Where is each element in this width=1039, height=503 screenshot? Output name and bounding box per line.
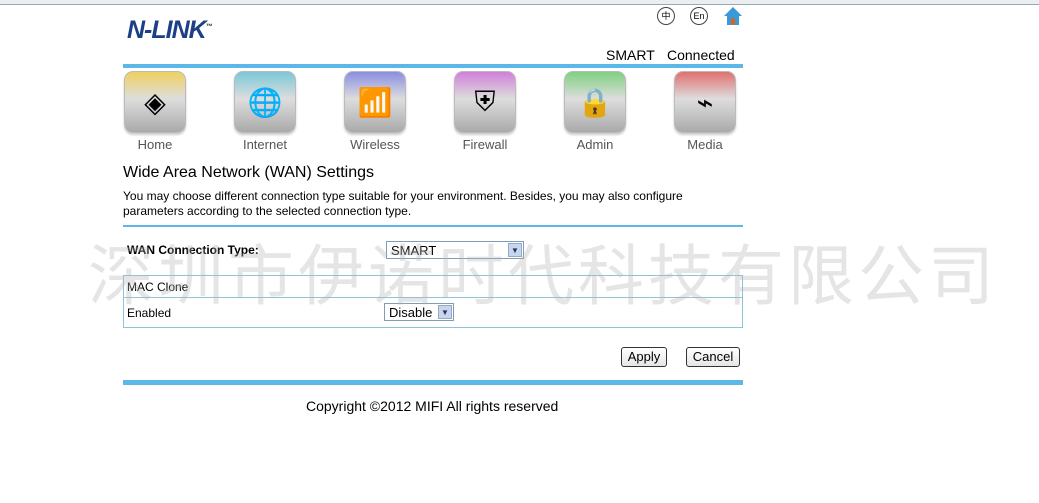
language-chinese-button[interactable]: 中 <box>657 7 675 25</box>
browser-top-edge <box>0 0 1039 5</box>
wan-type-label: WAN Connection Type: <box>127 243 259 257</box>
mac-clone-table: MAC Clone Enabled Disable ▼ <box>123 275 743 328</box>
nav-admin[interactable]: 🔒 Admin <box>564 71 626 152</box>
nav-label: Firewall <box>462 137 508 152</box>
nav-label: Media <box>687 137 723 152</box>
page-title: Wide Area Network (WAN) Settings <box>123 164 375 181</box>
chevron-down-icon: ▼ <box>508 243 522 257</box>
nav-firewall[interactable]: ⛨ Firewall <box>454 71 516 152</box>
apply-button[interactable]: Apply <box>621 347 667 367</box>
logo: N-LINK™ <box>127 16 213 44</box>
connection-status: Connected <box>667 47 735 63</box>
language-english-button[interactable]: En <box>690 7 708 25</box>
mac-clone-header: MAC Clone <box>127 280 189 294</box>
enabled-label: Enabled <box>127 306 172 320</box>
mac-clone-enabled-select[interactable]: Disable ▼ <box>384 303 454 321</box>
nav-label: Home <box>137 137 173 152</box>
globe-check-icon: 🌐 <box>234 71 296 133</box>
home-icon[interactable] <box>723 6 743 26</box>
wireless-antenna-icon: 📶 <box>344 71 406 133</box>
nav-home[interactable]: ◈ Home <box>124 71 186 152</box>
page-description: You may choose different connection type… <box>123 189 683 218</box>
chevron-down-icon: ▼ <box>438 305 452 319</box>
section-divider <box>123 225 743 227</box>
wan-type-select[interactable]: SMART ▼ <box>386 241 524 259</box>
nav-media[interactable]: ⌁ Media <box>674 71 736 152</box>
nav-label: Admin <box>576 137 614 152</box>
home-router-icon: ◈ <box>124 71 186 133</box>
copyright: Copyright ©2012 MIFI All rights reserved <box>306 398 559 414</box>
nav-internet[interactable]: 🌐 Internet <box>234 71 296 152</box>
usb-wireless-icon: ⌁ <box>674 71 736 133</box>
shield-icon: ⛨ <box>454 71 516 133</box>
footer-divider <box>123 380 743 385</box>
nav-wireless[interactable]: 📶 Wireless <box>344 71 406 152</box>
nav-label: Wireless <box>350 137 400 152</box>
nav-label: Internet <box>242 137 288 152</box>
header-divider <box>123 64 743 68</box>
padlock-gear-icon: 🔒 <box>564 71 626 133</box>
cancel-button[interactable]: Cancel <box>686 347 740 367</box>
connection-mode: SMART <box>606 47 655 63</box>
